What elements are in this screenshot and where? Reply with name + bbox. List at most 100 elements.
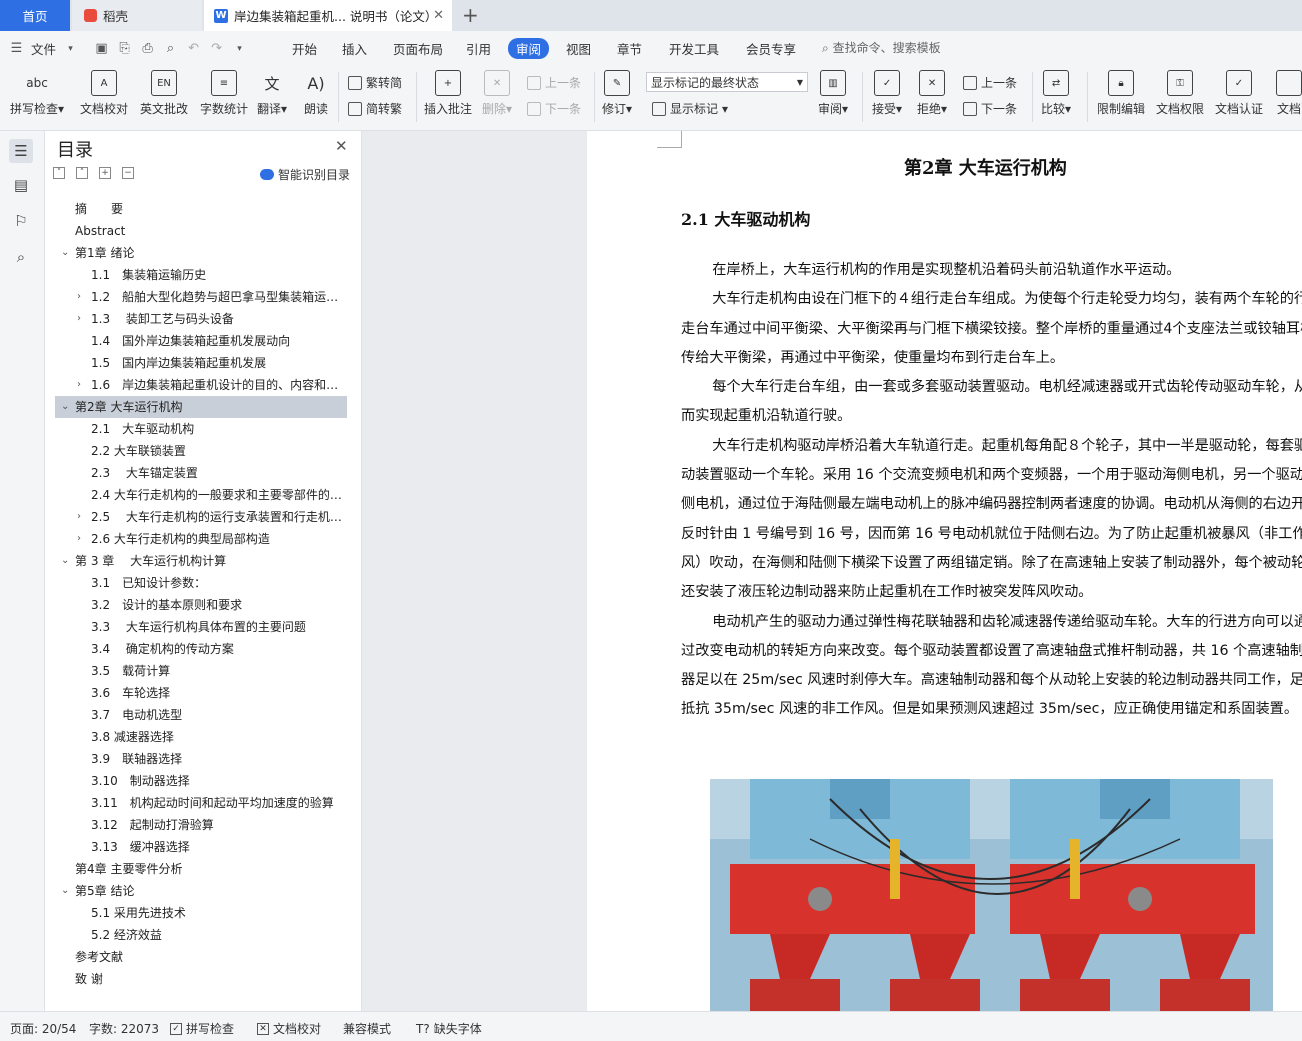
trad-to-simp-button[interactable]: 繁转简	[348, 74, 402, 91]
preview-icon[interactable]: ⌕	[162, 40, 179, 57]
print-icon[interactable]: ⎙	[139, 40, 156, 57]
toc-item[interactable]: 3.11 机构起动时间和起动平均加速度的验算	[55, 792, 347, 814]
tab-daoke[interactable]: 稻壳	[72, 0, 202, 31]
chevron-right-icon[interactable]: ›	[77, 374, 81, 396]
doc-permission-button[interactable]: ⚿ 文档权限	[1156, 70, 1204, 117]
toc-item[interactable]: 2.1 大车驱动机构	[55, 418, 347, 440]
chevron-down-icon[interactable]: ⌄	[61, 880, 69, 902]
toc-item[interactable]: 5.1 采用先进技术	[55, 902, 347, 924]
redo-icon[interactable]: ↷	[208, 40, 225, 57]
toc-item[interactable]: 2.2 大车联锁装置	[55, 440, 347, 462]
review-pane-button[interactable]: ▥ 审阅▾	[818, 70, 848, 117]
toc-item[interactable]: 3.3 大车运行机构具体布置的主要问题	[55, 616, 347, 638]
reject-button[interactable]: ✕ 拒绝▾	[917, 70, 947, 117]
status-doc-check[interactable]: ✕ 文档校对	[257, 1020, 321, 1037]
toc-item[interactable]: › 1.2 船舶大型化趋势与超巴拿马型集装箱运输的发展	[55, 286, 347, 308]
toc-item[interactable]: 3.13 缓冲器选择	[55, 836, 347, 858]
menu-reference[interactable]: 引用	[466, 39, 491, 58]
accept-button[interactable]: ✓ 接受▾	[872, 70, 902, 117]
toc-item[interactable]: 3.4 确定机构的传动方案	[55, 638, 347, 660]
navigation-icon[interactable]: ▤	[9, 173, 33, 197]
chevron-right-icon[interactable]: ›	[77, 308, 81, 330]
toc-item[interactable]: 3.12 起制动打滑验算	[55, 814, 347, 836]
menu-devtools[interactable]: 开发工具	[669, 39, 719, 58]
toc-item[interactable]: › 2.6 大车行走机构的典型局部构造	[55, 528, 347, 550]
close-icon[interactable]: ✕	[335, 137, 348, 155]
bookmark-icon[interactable]: ⚐	[9, 209, 33, 233]
menu-view[interactable]: 视图	[566, 39, 591, 58]
chevron-right-icon[interactable]: ›	[77, 528, 81, 550]
hamburger-icon[interactable]: ☰	[8, 40, 25, 57]
new-tab-icon[interactable]: +	[462, 3, 479, 27]
toc-item[interactable]: 致 谢	[55, 968, 347, 990]
toc-item[interactable]: ⌄ 第 3 章 大车运行机构计算	[55, 550, 347, 572]
save-icon[interactable]: ▣	[93, 40, 110, 57]
export-icon[interactable]: ⎘	[116, 40, 133, 57]
more-icon[interactable]: ▾	[231, 40, 248, 57]
toc-item[interactable]: 5.2 经济效益	[55, 924, 347, 946]
markup-mode-select[interactable]: 显示标记的最终状态 ▼	[646, 72, 808, 92]
toc-panel-icon[interactable]: ☰	[9, 139, 33, 163]
toc-item[interactable]: 1.4 国外岸边集装箱起重机发展动向	[55, 330, 347, 352]
menu-layout[interactable]: 页面布局	[393, 39, 443, 58]
english-check-button[interactable]: EN 英文批改	[140, 70, 188, 117]
toc-item[interactable]: Abstract	[55, 220, 347, 242]
toc-item[interactable]: ⌄ 第2章 大车运行机构	[55, 396, 347, 418]
next-change-button[interactable]: 下一条	[963, 100, 1017, 117]
toc-item[interactable]: 3.10 制动器选择	[55, 770, 347, 792]
toc-item[interactable]: 3.9 联轴器选择	[55, 748, 347, 770]
menu-insert[interactable]: 插入	[342, 39, 367, 58]
toc-item[interactable]: 2.3 大车锚定装置	[55, 462, 347, 484]
toc-item[interactable]: 第4章 主要零件分析	[55, 858, 347, 880]
toc-item[interactable]: 1.1 集装箱运输历史	[55, 264, 347, 286]
page-indicator[interactable]: 页面: 20/54	[10, 1020, 76, 1037]
file-menu[interactable]: 文件	[31, 39, 56, 58]
doc-more-button[interactable]: 文档	[1276, 70, 1302, 117]
collapse-all-icon[interactable]: ˅	[53, 167, 65, 179]
menu-member[interactable]: 会员专享	[746, 39, 796, 58]
toc-item[interactable]: 2.4 大车行走机构的一般要求和主要零部件的功能	[55, 484, 347, 506]
toc-item[interactable]: 参考文献	[55, 946, 347, 968]
toc-item[interactable]: › 2.5 大车行走机构的运行支承装置和行走机构布置	[55, 506, 347, 528]
chevron-down-icon[interactable]: ⌄	[61, 550, 69, 572]
translate-button[interactable]: 文 翻译▾	[257, 70, 287, 117]
toc-item[interactable]: ⌄ 第1章 绪论	[55, 242, 347, 264]
tab-document[interactable]: W 岸边集装箱起重机... 说明书（论文） ✕	[204, 0, 452, 31]
chevron-right-icon[interactable]: ›	[77, 286, 81, 308]
insert-comment-button[interactable]: + 插入批注	[424, 70, 472, 117]
tab-home[interactable]: 首页	[0, 0, 70, 31]
toc-item[interactable]: 3.8 减速器选择	[55, 726, 347, 748]
restrict-edit-button[interactable]: 🔒︎ 限制编辑	[1097, 70, 1145, 117]
add-level-icon[interactable]: +	[99, 167, 111, 179]
toc-item[interactable]: 3.1 已知设计参数：	[55, 572, 347, 594]
compare-button[interactable]: ⇄ 比较▾	[1041, 70, 1071, 117]
menu-start[interactable]: 开始	[292, 39, 317, 58]
menu-review[interactable]: 审阅	[508, 38, 550, 59]
doc-check-button[interactable]: A 文档校对	[80, 70, 128, 117]
chevron-down-icon[interactable]: ⌄	[61, 396, 69, 418]
toc-item[interactable]: 3.2 设计的基本原则和要求	[55, 594, 347, 616]
doc-certify-button[interactable]: ✓ 文档认证	[1215, 70, 1263, 117]
chevron-down-icon[interactable]: ▾	[62, 40, 79, 57]
show-markup-button[interactable]: 显示标记 ▾	[652, 100, 728, 117]
toc-item[interactable]: › 1.6 岸边集装箱起重机设计的目的、内容和意义	[55, 374, 347, 396]
chevron-right-icon[interactable]: ›	[77, 506, 81, 528]
prev-comment-button[interactable]: 上一条	[527, 74, 581, 91]
toc-item[interactable]: › 1.3 装卸工艺与码头设备	[55, 308, 347, 330]
search-icon[interactable]: ⌕	[9, 245, 33, 269]
toc-item[interactable]: 摘 要	[55, 198, 347, 220]
command-search[interactable]: ⌕ 查找命令、搜索模板	[822, 39, 941, 56]
next-comment-button[interactable]: 下一条	[527, 100, 581, 117]
toc-item[interactable]: ⌄ 第5章 结论	[55, 880, 347, 902]
word-count-button[interactable]: ≡ 字数统计	[200, 70, 248, 117]
menu-chapter[interactable]: 章节	[617, 39, 642, 58]
remove-level-icon[interactable]: −	[122, 167, 134, 179]
simp-to-trad-button[interactable]: 简转繁	[348, 100, 402, 117]
undo-icon[interactable]: ↶	[185, 40, 202, 57]
delete-comment-button[interactable]: ✕ 删除▾	[482, 70, 512, 117]
missing-font[interactable]: T? 缺失字体	[416, 1020, 482, 1037]
spell-check-button[interactable]: abc 拼写检查▾	[10, 70, 64, 117]
track-changes-button[interactable]: ✎ 修订▾	[602, 70, 632, 117]
chevron-down-icon[interactable]: ⌄	[61, 242, 69, 264]
status-spell-check[interactable]: ✓ 拼写检查	[170, 1020, 234, 1037]
